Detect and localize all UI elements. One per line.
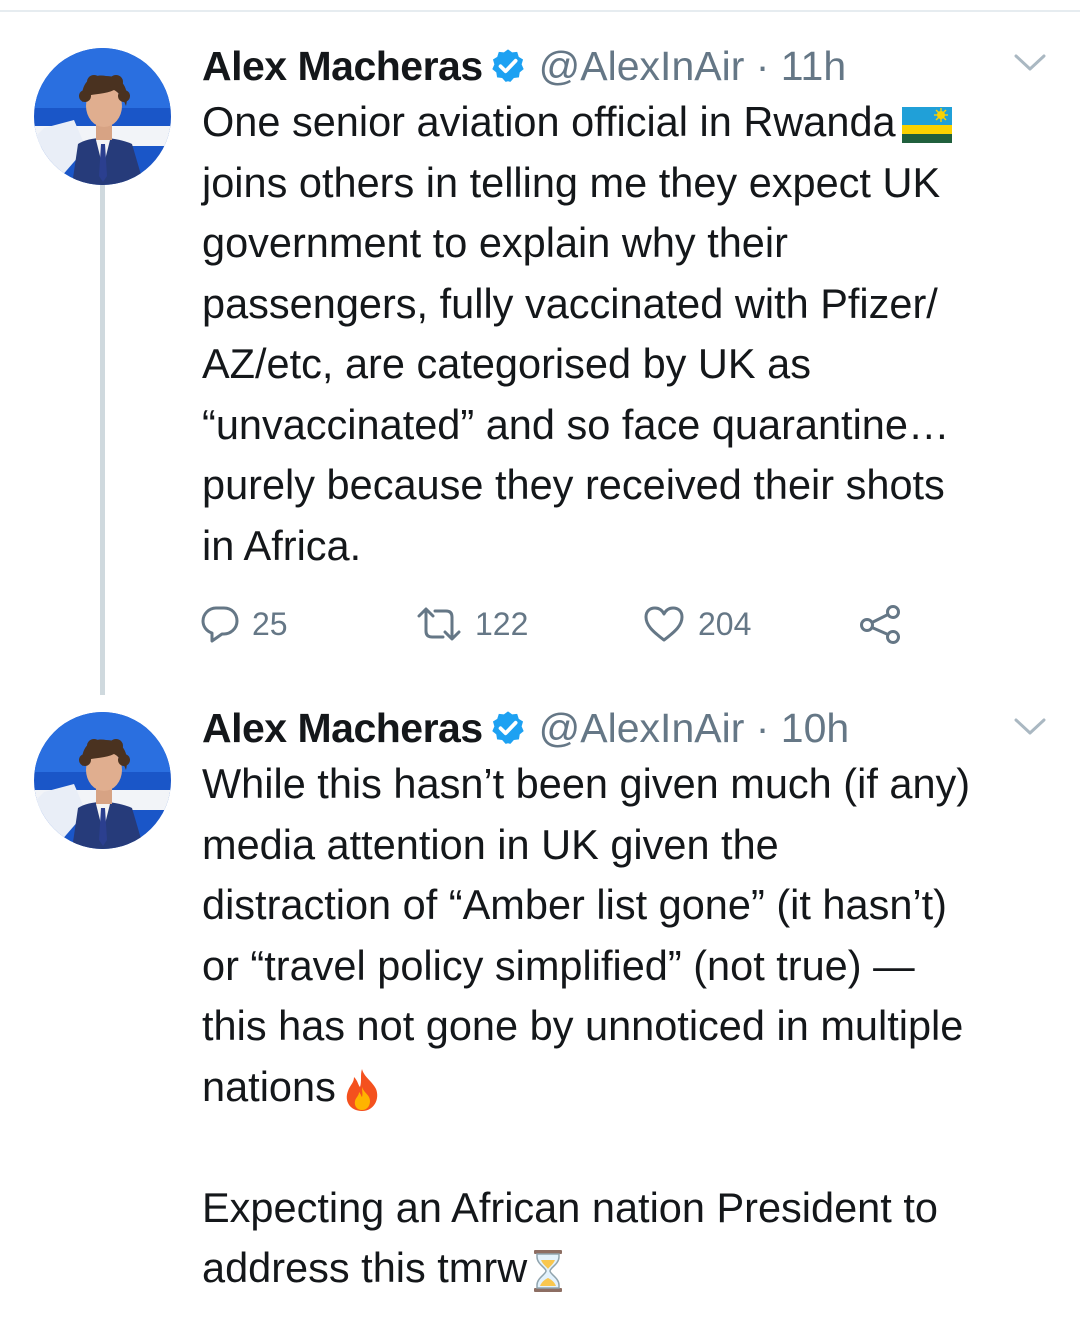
- retweet-button[interactable]: 122: [415, 598, 528, 650]
- handle-and-time[interactable]: @AlexInAir · 11h: [539, 43, 846, 90]
- thread-connector-line: [100, 185, 105, 695]
- tweet-text: While this hasn’t been given much (if an…: [202, 754, 1062, 1299]
- tweet-text-part: While this hasn’t been given much (if an…: [202, 760, 971, 1110]
- retweet-count: 122: [475, 605, 529, 642]
- like-count: 204: [698, 605, 752, 642]
- fire-icon: [342, 1067, 382, 1113]
- heart-icon: [642, 604, 686, 644]
- tweet-text-part: One senior aviation official in Rwanda: [202, 98, 896, 145]
- avatar[interactable]: [34, 712, 171, 849]
- author-name[interactable]: Alex Macheras: [202, 43, 483, 90]
- avatar[interactable]: [34, 48, 171, 185]
- like-button[interactable]: 204: [642, 598, 751, 650]
- tweet-header: Alex Macheras @AlexInAir · 10h: [202, 702, 849, 754]
- chevron-down-icon[interactable]: [1013, 52, 1047, 74]
- share-button[interactable]: [858, 598, 902, 650]
- top-divider: [0, 10, 1080, 12]
- tweet-text: One senior aviation official in Rwanda j…: [202, 92, 1062, 576]
- tweet-actions: 25 122 204: [200, 598, 920, 650]
- reply-count: 25: [252, 605, 288, 642]
- share-icon: [858, 604, 902, 644]
- retweet-icon: [415, 604, 463, 644]
- tweet-header: Alex Macheras @AlexInAir · 11h: [202, 40, 846, 92]
- chevron-down-icon[interactable]: [1013, 716, 1047, 738]
- reply-icon: [200, 604, 240, 644]
- verified-badge-icon: [489, 47, 527, 85]
- author-name[interactable]: Alex Macheras: [202, 705, 483, 752]
- tweet-text-part: joins others in telling me they expect U…: [202, 158, 950, 569]
- hourglass-icon: [533, 1248, 563, 1294]
- tweet-text-part: Expecting an African nation President to…: [202, 1183, 938, 1292]
- rwanda-flag-icon: [901, 107, 952, 144]
- reply-button[interactable]: 25: [200, 598, 288, 650]
- handle-and-time[interactable]: @AlexInAir · 10h: [539, 705, 850, 752]
- verified-badge-icon: [489, 709, 527, 747]
